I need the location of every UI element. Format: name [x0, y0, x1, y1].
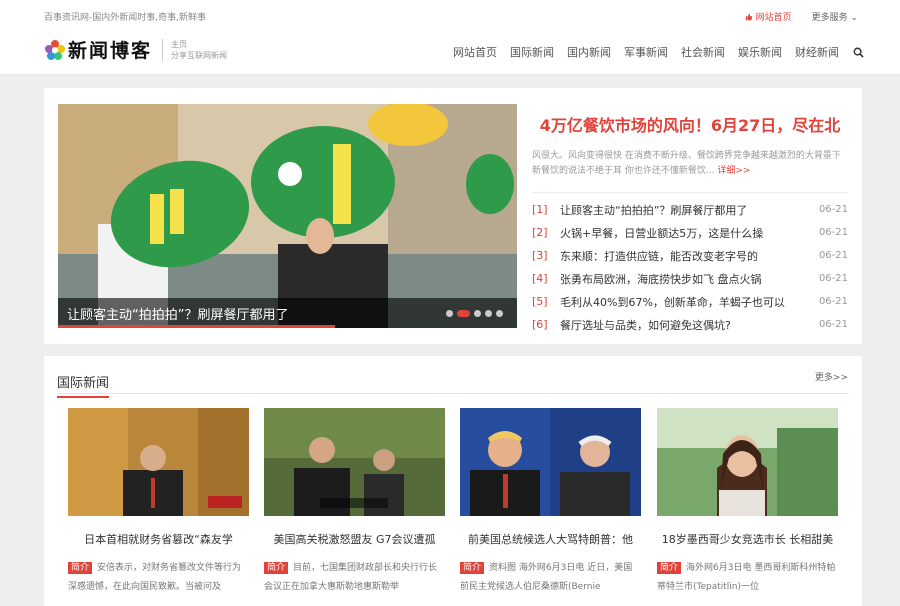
list-item-title[interactable]: 火锅+早餐，日营业额达5万，这是什么操 — [560, 225, 818, 241]
list-item-date: 06-21 — [818, 227, 848, 238]
card-title[interactable]: 前美国总统候选人大骂特朗普：他 — [460, 531, 641, 547]
card-title[interactable]: 日本首相就财务省篡改“森友学 — [68, 531, 249, 547]
list-item[interactable]: [1] 让顾客主动“拍拍拍”？刷屏餐厅都用了 06-21 — [532, 198, 848, 221]
featured-headline[interactable]: 4万亿餐饮市场的风向！6月27日，尽在北 — [532, 112, 848, 136]
site-header: 新闻博客 主页 分享互联网新闻 网站首页 国际新闻 国内新闻 军事新闻 社会新闻… — [0, 32, 900, 75]
card-image — [68, 408, 249, 516]
slider-dot[interactable] — [485, 310, 492, 317]
list-item-date: 06-21 — [818, 319, 848, 330]
nav-society[interactable]: 社会新闻 — [681, 44, 725, 60]
featured-summary: 风很大。风向变得很快 在消费不断升级、餐饮跨界竞争越来越激烈的大背景下 新餐饮的… — [532, 149, 848, 179]
list-item[interactable]: [4] 张勇布局欧洲，海底捞快步如飞 盘点火锅 06-21 — [532, 267, 848, 290]
nav-military[interactable]: 军事新闻 — [624, 44, 668, 60]
slider-dot[interactable] — [474, 310, 481, 317]
card-desc-text: 目前，七国集团财政部长和央行行长会议正在加拿大惠斯勒地惠斯勒举 — [264, 563, 438, 592]
card-image — [657, 408, 838, 516]
news-list: [1] 让顾客主动“拍拍拍”？刷屏餐厅都用了 06-21 [2] 火锅+早餐，日… — [532, 192, 848, 336]
nav-home[interactable]: 网站首页 — [453, 44, 497, 60]
list-item-number: [2] — [532, 226, 548, 239]
list-item-title[interactable]: 张勇布局欧洲，海底捞快步如飞 盘点火锅 — [560, 271, 818, 287]
intro-tag: 简介 — [264, 562, 289, 574]
intro-tag: 简介 — [460, 562, 485, 574]
intro-tag: 简介 — [68, 562, 93, 574]
card-desc: 简介 资料图 海外网6月3日电 近日，美国前民主党候选人伯尼桑德斯(Bernie — [460, 559, 641, 599]
logo-subtitle: 主页 分享互联网新闻 — [162, 38, 228, 61]
image-slider[interactable]: 让顾客主动“拍拍拍”？刷屏餐厅都用了 — [58, 104, 517, 328]
list-item-number: [5] — [532, 295, 548, 308]
featured-summary-text: 风很大。风向变得很快 在消费不断升级、餐饮跨界竞争越来越激烈的大背景下 新餐饮的… — [532, 151, 841, 176]
top-home-label: 网站首页 — [755, 13, 792, 23]
card-desc-text: 安倍表示，对财务省篡改文件等行为深感遗憾，在此向国民致歉。当被问及 — [68, 563, 242, 592]
logo-flower-icon — [45, 39, 65, 60]
list-item-title[interactable]: 毛利从40%到67%，创新革命，羊蝎子也可以 — [560, 294, 818, 310]
list-item-number: [3] — [532, 249, 548, 262]
card-image — [460, 408, 641, 516]
logo-sub-home: 主页 — [171, 39, 188, 49]
section-title: 国际新闻 — [57, 372, 110, 398]
search-icon[interactable] — [853, 47, 864, 58]
card-desc: 简介 安倍表示，对财务省篡改文件等行为深感遗憾，在此向国民致歉。当被问及 — [68, 559, 249, 599]
featured-panel: 让顾客主动“拍拍拍”？刷屏餐厅都用了 4万亿餐饮市场的风向！6月27日，尽在北 … — [44, 88, 862, 344]
list-item-title[interactable]: 东来顺：打造供应链，能否改变老字号的 — [560, 248, 818, 264]
top-links: 网站首页 更多服务 ⌄ — [745, 10, 858, 23]
card-desc: 简介 海外网6月3日电 墨西哥利斯科州特帕蒂特兰市(Tepatitlin)一位 — [657, 559, 838, 599]
list-item[interactable]: [2] 火锅+早餐，日营业额达5万，这是什么操 06-21 — [532, 221, 848, 244]
news-card[interactable]: 美国高关税激怒盟友 G7会议遭孤 简介 目前，七国集团财政部长和央行行长会议正在加… — [264, 408, 445, 599]
slider-dot[interactable] — [496, 310, 503, 317]
main-nav: 网站首页 国际新闻 国内新闻 军事新闻 社会新闻 娱乐新闻 财经新闻 — [440, 44, 864, 60]
card-desc: 简介 目前，七国集团财政部长和央行行长会议正在加拿大惠斯勒地惠斯勒举 — [264, 559, 445, 599]
card-image — [264, 408, 445, 516]
top-home-link[interactable]: 网站首页 — [745, 10, 792, 23]
site-logo[interactable]: 新闻博客 主页 分享互联网新闻 — [44, 36, 227, 63]
nav-finance[interactable]: 财经新闻 — [795, 44, 839, 60]
list-item-date: 06-21 — [818, 250, 848, 261]
more-link[interactable]: 更多>> — [815, 370, 848, 383]
slider-dots — [446, 310, 503, 317]
list-item-date: 06-21 — [818, 204, 848, 215]
nav-domestic[interactable]: 国内新闻 — [567, 44, 611, 60]
list-item-number: [1] — [532, 203, 548, 216]
list-item[interactable]: [6] 餐厅选址与品类，如何避免这偶坑? 06-21 — [532, 313, 848, 336]
intro-tag: 简介 — [657, 562, 682, 574]
news-card[interactable]: 前美国总统候选人大骂特朗普：他 简介 资料图 海外网6月3日电 近日，美国前民主党… — [460, 408, 641, 599]
news-card[interactable]: 日本首相就财务省篡改“森友学 简介 安倍表示，对财务省篡改文件等行为深感遗憾，在此… — [68, 408, 249, 599]
slide-image — [58, 104, 517, 328]
list-item-number: [4] — [532, 272, 548, 285]
list-item-date: 06-21 — [818, 273, 848, 284]
list-item[interactable]: [3] 东来顺：打造供应链，能否改变老字号的 06-21 — [532, 244, 848, 267]
top-bar: 百事资讯网-国内外新闻时事,奇事,新鲜事 网站首页 更多服务 ⌄ — [0, 0, 900, 32]
card-desc-text: 资料图 海外网6月3日电 近日，美国前民主党候选人伯尼桑德斯(Bernie — [460, 563, 633, 592]
international-news-section: 国际新闻 更多>> 日本首相就财务省篡改“森友学 简介 安倍表示，对财务省篡改文件… — [44, 356, 862, 606]
slide-caption[interactable]: 让顾客主动“拍拍拍”？刷屏餐厅都用了 — [58, 298, 517, 328]
list-item-number: [6] — [532, 318, 548, 331]
card-title[interactable]: 18岁墨西哥少女竞选市长 长相甜美 — [657, 531, 838, 547]
card-title[interactable]: 美国高关税激怒盟友 G7会议遭孤 — [264, 531, 445, 547]
thumb-up-icon — [745, 13, 752, 20]
section-divider — [57, 393, 849, 394]
site-slogan: 百事资讯网-国内外新闻时事,奇事,新鲜事 — [44, 13, 206, 23]
card-desc-text: 海外网6月3日电 墨西哥利斯科州特帕蒂特兰市(Tepatitlin)一位 — [657, 563, 836, 592]
list-item[interactable]: [5] 毛利从40%到67%，创新革命，羊蝎子也可以 06-21 — [532, 290, 848, 313]
list-item-title[interactable]: 让顾客主动“拍拍拍”？刷屏餐厅都用了 — [560, 202, 818, 218]
nav-entertainment[interactable]: 娱乐新闻 — [738, 44, 782, 60]
list-item-title[interactable]: 餐厅选址与品类，如何避免这偶坑? — [560, 317, 818, 333]
slider-dot-active[interactable] — [457, 310, 470, 317]
logo-text: 新闻博客 — [68, 40, 153, 62]
slider-dot[interactable] — [446, 310, 453, 317]
detail-link[interactable]: 详细>> — [717, 166, 750, 176]
more-services-link[interactable]: 更多服务 ⌄ — [812, 10, 858, 23]
nav-international[interactable]: 国际新闻 — [510, 44, 554, 60]
news-card[interactable]: 18岁墨西哥少女竞选市长 长相甜美 简介 海外网6月3日电 墨西哥利斯科州特帕蒂特… — [657, 408, 838, 599]
slide-caption-text: 让顾客主动“拍拍拍”？刷屏餐厅都用了 — [67, 308, 289, 323]
list-item-date: 06-21 — [818, 296, 848, 307]
logo-sub-tagline: 分享互联网新闻 — [171, 50, 228, 60]
slide-progress-bar — [58, 325, 335, 328]
